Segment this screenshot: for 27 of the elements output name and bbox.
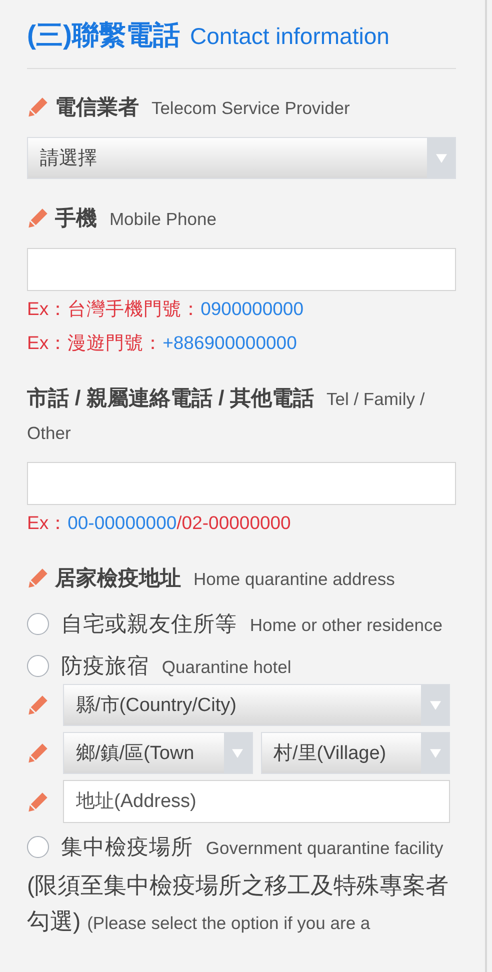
section-title: (三)聯繫電話 — [27, 19, 180, 52]
field-label: 居家檢疫地址 Home quarantine address — [55, 566, 396, 592]
option-label: 集中檢疫場所 Government quarantine facility — [61, 834, 444, 861]
option-label: 防疫旅宿 Quarantine hotel — [61, 653, 292, 680]
option-label: 自宅或親友住所等 Home or other residence — [61, 611, 442, 638]
example-hint: Ex：00-00000000/02-00000000 — [27, 511, 292, 535]
example-hint: Ex：漫遊門號：+886900000000 — [27, 331, 298, 355]
field-label: 電信業者 Telecom Service Provider — [55, 95, 351, 121]
radio-button[interactable] — [27, 836, 49, 858]
address-field[interactable]: 地址(Address) — [63, 780, 450, 823]
caret-icon — [430, 748, 440, 758]
input-field[interactable] — [27, 248, 456, 291]
dropdown[interactable]: 請選擇 — [27, 137, 456, 179]
example-hint: Ex：台灣手機門號：0900000000 — [27, 297, 304, 321]
field-label: 市話 / 親屬連絡電話 / 其他電話 Tel / Family / Other — [27, 386, 426, 445]
field-label: 手機 Mobile Phone — [55, 206, 218, 232]
dropdown[interactable]: 縣/市(Country/City) — [63, 684, 450, 726]
input-field[interactable] — [27, 462, 456, 505]
radio-button[interactable] — [27, 655, 49, 677]
caret-icon — [436, 154, 446, 162]
caret-icon — [430, 700, 440, 710]
dropdown[interactable]: 村/里(Village) — [260, 732, 450, 774]
note-text: (限須至集中檢疫場所之移工及特殊專案者勾選) (Please select the option if you are a — [27, 871, 450, 936]
dropdown[interactable]: 鄉/鎮/區(Town — [63, 732, 252, 774]
section-subtitle: Contact information — [190, 22, 390, 51]
radio-button[interactable] — [27, 613, 49, 635]
caret-icon — [232, 748, 243, 758]
